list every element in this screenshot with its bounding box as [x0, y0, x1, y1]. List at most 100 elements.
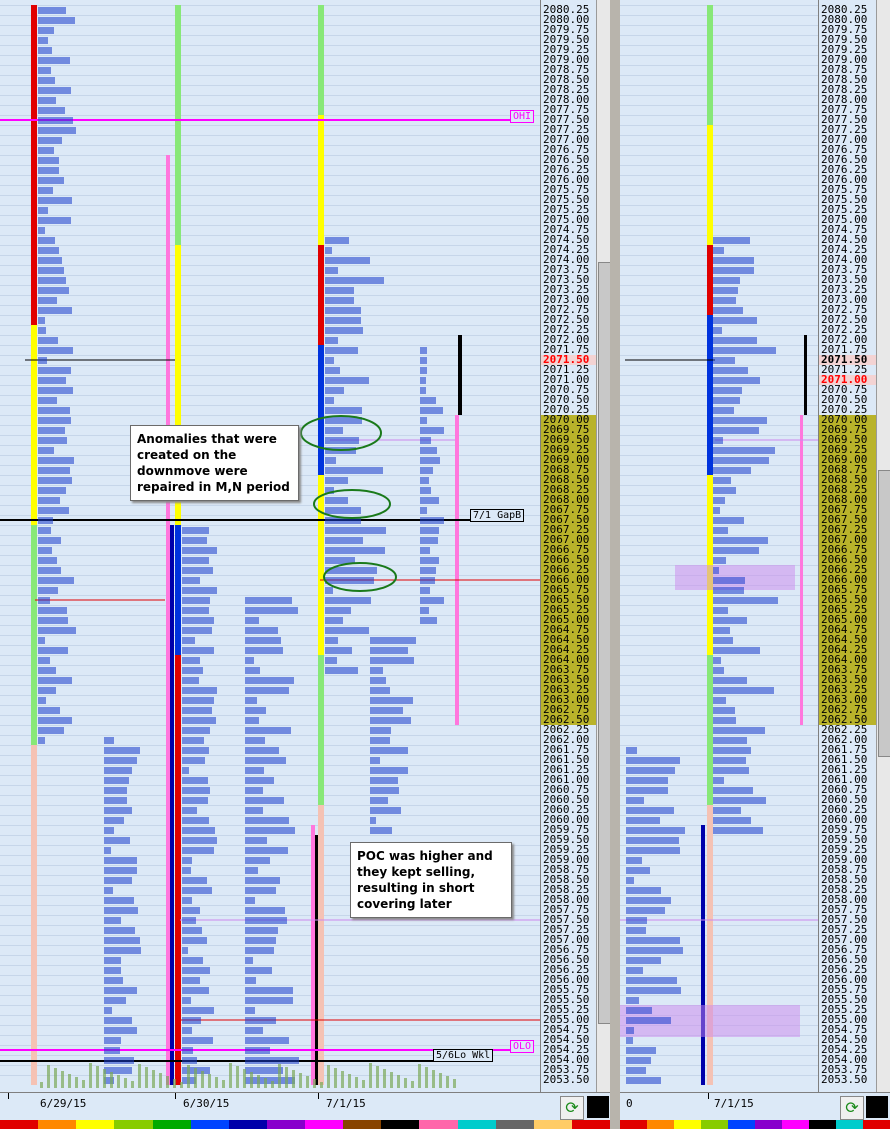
tpo-row — [420, 507, 427, 514]
tpo-row — [182, 887, 212, 894]
tpo-row — [104, 1047, 120, 1054]
left-profile-chart[interactable]: OHI 7/1 GapB OLO 5/6Lo Wkl Anomalies tha… — [0, 0, 540, 1092]
tpo-row — [325, 667, 358, 674]
tpo-row — [38, 537, 61, 544]
tpo-row — [104, 757, 137, 764]
tpo-row — [713, 507, 720, 514]
tpo-row — [182, 997, 191, 1004]
tpo-row — [713, 397, 740, 404]
poc-callout: POC was higher and they kept selling, re… — [350, 842, 512, 918]
tpo-row — [713, 467, 751, 474]
tpo-row — [245, 637, 281, 644]
tpo-row — [626, 847, 680, 854]
volume-bar — [306, 1076, 309, 1088]
tpo-row — [38, 687, 56, 694]
volume-bar — [348, 1074, 351, 1088]
left-vertical-scrollbar[interactable] — [596, 0, 611, 1092]
tpo-row — [182, 687, 217, 694]
tpo-row — [370, 807, 401, 814]
volume-bar — [390, 1072, 393, 1088]
volume-bar — [173, 1079, 176, 1088]
period-bar-segment — [318, 245, 324, 345]
tpo-row — [38, 47, 52, 54]
tpo-row — [713, 297, 736, 304]
left-refresh-button[interactable]: ⟳ — [560, 1096, 584, 1120]
volume-bar — [355, 1077, 358, 1088]
tpo-row — [182, 647, 214, 654]
right-refresh-button[interactable]: ⟳ — [840, 1096, 864, 1120]
tpo-row — [626, 1067, 646, 1074]
tpo-row — [182, 537, 207, 544]
tpo-row — [38, 477, 72, 484]
tpo-row — [713, 687, 774, 694]
tpo-row — [104, 977, 123, 984]
tpo-row — [420, 447, 437, 454]
volume-bar — [313, 1079, 316, 1088]
tpo-row — [370, 797, 388, 804]
tpo-row — [325, 527, 386, 534]
tpo-row — [245, 1017, 276, 1024]
tpo-row — [38, 497, 60, 504]
tpo-row — [626, 877, 634, 884]
tpo-row — [713, 777, 724, 784]
tpo-row — [713, 247, 724, 254]
tpo-row — [245, 737, 265, 744]
tpo-row — [245, 847, 288, 854]
tpo-row — [104, 867, 137, 874]
volume-bar — [208, 1074, 211, 1088]
tpo-row — [104, 1057, 134, 1064]
tpo-row — [325, 327, 363, 334]
period-bar-segment — [458, 335, 462, 415]
tpo-row — [626, 837, 679, 844]
period-bar-segment — [455, 625, 459, 725]
period-bar-segment — [31, 325, 37, 525]
tpo-row — [245, 937, 276, 944]
tpo-row — [325, 267, 338, 274]
tpo-row — [182, 917, 196, 924]
tpo-row — [370, 737, 390, 744]
volume-bar — [327, 1065, 330, 1088]
tpo-row — [626, 1027, 634, 1034]
tpo-row — [420, 487, 431, 494]
tpo-row — [370, 677, 386, 684]
tpo-row — [182, 987, 209, 994]
tpo-row — [626, 1057, 651, 1064]
tpo-row — [38, 427, 65, 434]
tpo-row — [182, 727, 210, 734]
tpo-row — [38, 417, 71, 424]
tpo-row — [38, 177, 64, 184]
tpo-row — [38, 237, 55, 244]
volume-bar — [257, 1075, 260, 1088]
tpo-row — [626, 747, 637, 754]
tpo-row — [182, 757, 205, 764]
tpo-row — [713, 417, 767, 424]
tpo-row — [713, 767, 749, 774]
tpo-row — [370, 657, 414, 664]
tpo-row — [370, 757, 380, 764]
tpo-row — [245, 857, 270, 864]
tpo-row — [38, 437, 67, 444]
tpo-row — [182, 717, 216, 724]
date-tick — [318, 1093, 319, 1099]
tpo-row — [104, 887, 113, 894]
tpo-row — [245, 747, 279, 754]
tpo-row — [626, 967, 643, 974]
pane-divider[interactable] — [610, 0, 620, 1129]
volume-bar — [446, 1076, 449, 1088]
tpo-row — [182, 607, 209, 614]
tpo-row — [38, 337, 58, 344]
tpo-row — [245, 757, 286, 764]
tpo-row — [245, 947, 274, 954]
tpo-row — [38, 127, 76, 134]
tpo-row — [182, 707, 212, 714]
tpo-row — [38, 397, 57, 404]
right-scroll-thumb[interactable] — [878, 470, 890, 757]
tpo-row — [325, 597, 371, 604]
period-bar-segment — [318, 655, 324, 805]
tpo-row — [325, 507, 361, 514]
tpo-row — [420, 417, 427, 424]
right-vertical-scrollbar[interactable] — [876, 0, 890, 1092]
right-profile-chart[interactable] — [620, 0, 818, 1092]
tpo-row — [104, 1017, 132, 1024]
tpo-row — [713, 677, 747, 684]
